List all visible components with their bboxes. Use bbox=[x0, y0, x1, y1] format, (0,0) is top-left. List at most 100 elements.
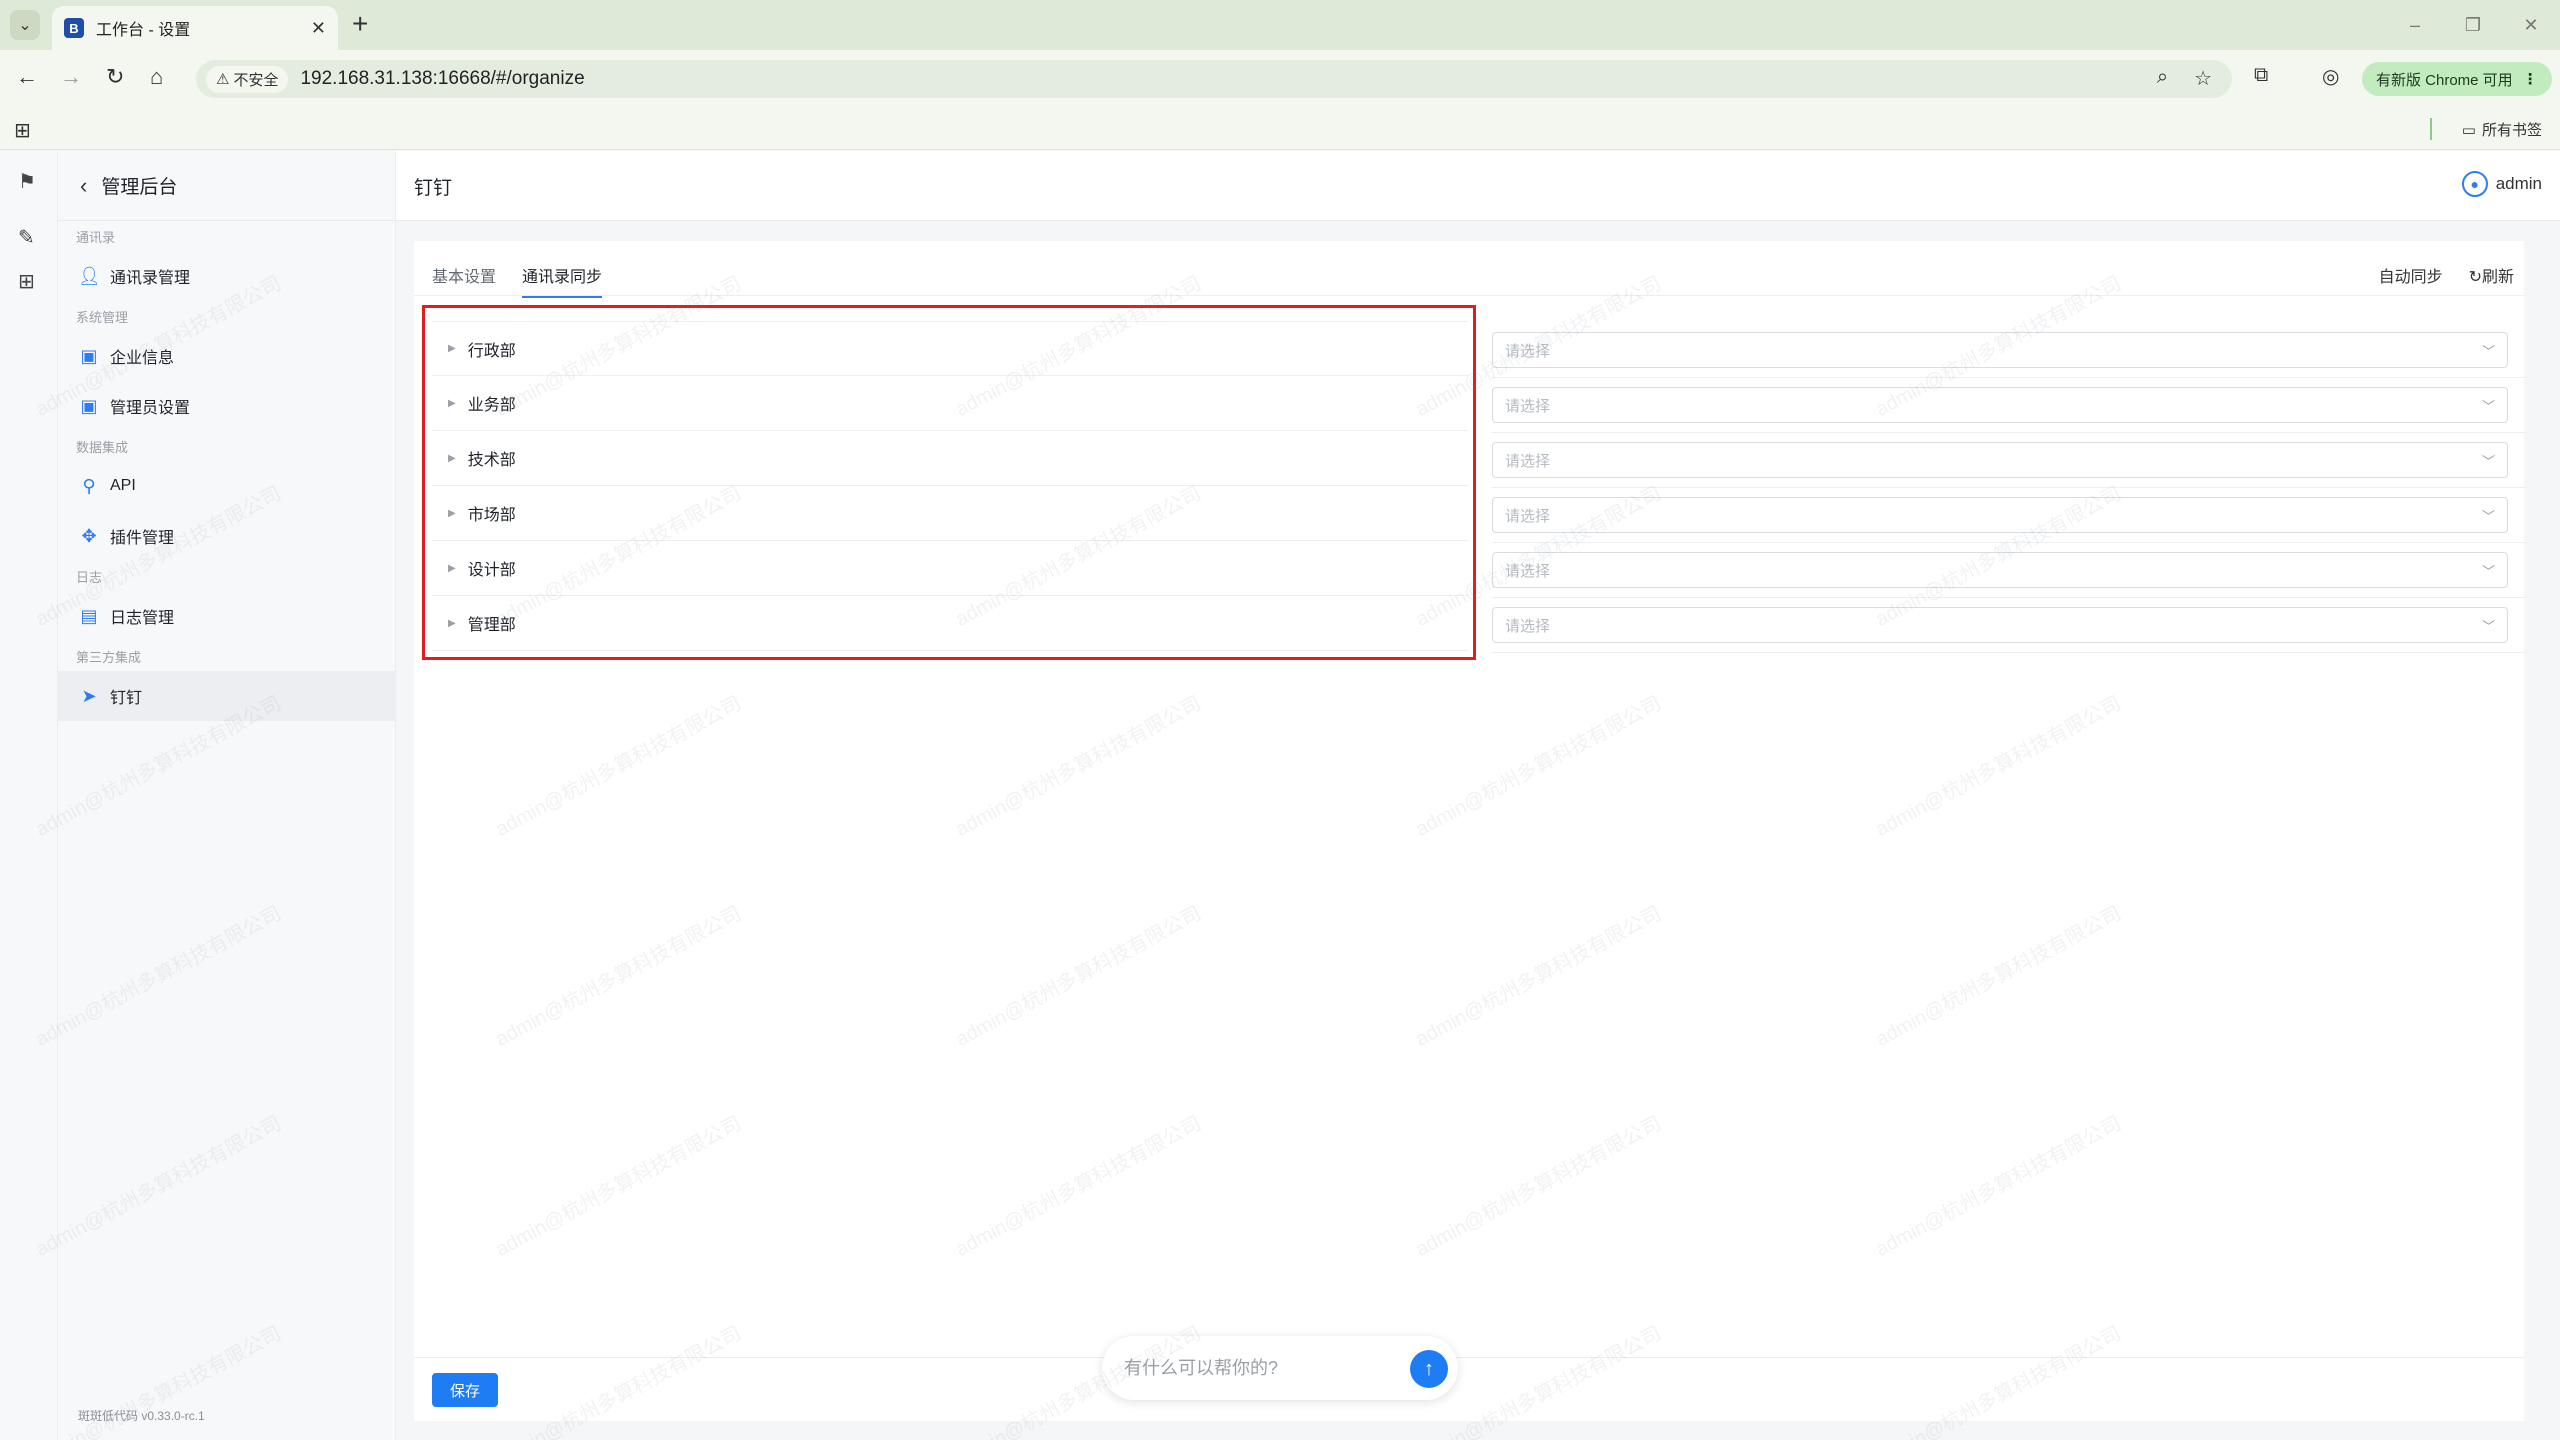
url-text[interactable]: 192.168.31.138:16668/#/organize bbox=[300, 68, 584, 90]
address-bar[interactable]: ⚠ 不安全 192.168.31.138:16668/#/organize ⌕ … bbox=[196, 60, 2232, 98]
tree-node[interactable]: ▶ 技术部 bbox=[432, 431, 1468, 486]
mapping-select[interactable]: 请选择 ﹀ bbox=[1492, 387, 2508, 423]
browser-tab[interactable]: B 工作台 - 设置 ✕ bbox=[52, 6, 338, 50]
extensions-puzzle-icon[interactable]: ⧉ bbox=[2254, 64, 2268, 87]
settings-card: 基本设置 通讯录同步 自动同步 ↻刷新 ▶ 行政部 ▶ 业务部 ▶ 技术部 ▶ 市场部 … bbox=[414, 241, 2526, 1421]
auto-sync-button[interactable]: 自动同步 bbox=[2379, 263, 2443, 287]
tree-node[interactable]: ▶ 市场部 bbox=[432, 486, 1468, 541]
select-row: 请选择 ﹀ bbox=[1492, 488, 2526, 543]
mapping-selects: 请选择 ﹀ 请选择 ﹀ 请选择 ﹀ 请选择 ﹀ 请选择 ﹀ 请选择 ﹀ bbox=[1492, 323, 2526, 653]
insecure-label: 不安全 bbox=[233, 71, 279, 89]
expand-caret-icon[interactable]: ▶ bbox=[448, 343, 456, 354]
restore-icon[interactable]: ❐ bbox=[2444, 15, 2502, 36]
group-label-logs: 日志 bbox=[76, 570, 103, 585]
mapping-select[interactable]: 请选择 ﹀ bbox=[1492, 607, 2508, 643]
apps-icon[interactable]: ⊞ bbox=[18, 269, 35, 294]
expand-caret-icon[interactable]: ▶ bbox=[448, 618, 456, 629]
site-favicon-icon: B bbox=[64, 18, 84, 38]
back-chevron-icon[interactable]: ‹ bbox=[80, 173, 87, 199]
sidebar-item-admin-settings[interactable]: ▣ 管理员设置 bbox=[58, 381, 395, 431]
app-logo-icon[interactable]: ⚑ bbox=[18, 169, 36, 194]
department-name: 业务部 bbox=[467, 397, 516, 414]
sidebar-item-api[interactable]: ⚲ API bbox=[58, 461, 395, 511]
tab-close-icon[interactable]: ✕ bbox=[311, 18, 326, 39]
sidebar-item-company-info[interactable]: ▣ 企业信息 bbox=[58, 331, 395, 381]
app-icon-rail: ⚑ ✎ ⊞ bbox=[0, 151, 58, 1440]
expand-caret-icon[interactable]: ▶ bbox=[448, 563, 456, 574]
group-label-third-party: 第三方集成 bbox=[76, 650, 142, 665]
send-arrow-up-icon[interactable]: ↑ bbox=[1410, 1350, 1448, 1388]
sidebar-item-dingtalk[interactable]: ➤ 钉钉 bbox=[58, 671, 395, 721]
select-placeholder: 请选择 bbox=[1505, 397, 1551, 415]
department-name: 管理部 bbox=[467, 617, 516, 634]
edit-icon[interactable]: ✎ bbox=[18, 225, 35, 250]
profile-icon[interactable]: ◎ bbox=[2322, 64, 2339, 89]
tree-node[interactable]: ▶ 设计部 bbox=[432, 541, 1468, 596]
sidebar-item-contacts-management[interactable]: 👤︎ 通讯录管理 bbox=[58, 251, 395, 301]
chevron-down-icon: ﹀ bbox=[2481, 618, 2495, 634]
close-window-icon[interactable]: ✕ bbox=[2502, 15, 2560, 36]
sidebar-item-log-management[interactable]: ▤ 日志管理 bbox=[58, 591, 395, 641]
document-icon: ▤ bbox=[80, 605, 98, 626]
group-label-data-integration: 数据集成 bbox=[76, 440, 129, 455]
group-label-contacts: 通讯录 bbox=[76, 230, 116, 245]
refresh-button[interactable]: ↻刷新 bbox=[2469, 263, 2514, 287]
user-name: admin bbox=[2495, 174, 2542, 193]
refresh-label: 刷新 bbox=[2481, 269, 2514, 286]
select-row: 请选择 ﹀ bbox=[1492, 543, 2526, 598]
tab-contacts-sync[interactable]: 通讯录同步 bbox=[522, 263, 603, 298]
link-icon: ⚲ bbox=[82, 475, 96, 496]
sidebar-item-label: 管理员设置 bbox=[110, 400, 191, 417]
mapping-select[interactable]: 请选择 ﹀ bbox=[1492, 552, 2508, 588]
mapping-select[interactable]: 请选择 ﹀ bbox=[1492, 497, 2508, 533]
zoom-icon[interactable]: ⌕ bbox=[2157, 66, 2168, 91]
assistant-input[interactable] bbox=[1124, 1357, 1394, 1379]
all-bookmarks-button[interactable]: ▭ 所有书签 bbox=[2462, 119, 2542, 140]
tab-basic-settings[interactable]: 基本设置 bbox=[432, 263, 496, 298]
tree-node[interactable]: ▶ 行政部 bbox=[432, 321, 1468, 376]
save-button[interactable]: 保存 bbox=[432, 1373, 498, 1407]
forward-arrow-icon[interactable]: → bbox=[60, 64, 82, 90]
tree-node[interactable]: ▶ 管理部 bbox=[432, 596, 1468, 651]
home-icon[interactable]: ⌂ bbox=[150, 64, 163, 90]
department-name: 技术部 bbox=[467, 452, 516, 469]
user-menu[interactable]: ● admin bbox=[2461, 171, 2542, 197]
bookmark-star-icon[interactable]: ☆ bbox=[2194, 66, 2212, 91]
expand-caret-icon[interactable]: ▶ bbox=[448, 398, 456, 409]
sidebar-item-label: API bbox=[110, 477, 136, 494]
expand-caret-icon[interactable]: ▶ bbox=[448, 508, 456, 519]
page-title: 钉钉 bbox=[414, 178, 453, 199]
admin-sidebar: ‹ 管理后台 通讯录 👤︎ 通讯录管理 系统管理 ▣ 企业信息 ▣ 管理员设置 … bbox=[58, 151, 396, 1440]
sidebar-item-plugin-management[interactable]: ✥ 插件管理 bbox=[58, 511, 395, 561]
select-placeholder: 请选择 bbox=[1505, 342, 1551, 360]
expand-caret-icon[interactable]: ▶ bbox=[448, 453, 456, 464]
folder-icon: ▭ bbox=[2461, 121, 2476, 139]
tab-search-chevron-icon[interactable]: ⌄ bbox=[10, 10, 40, 40]
all-bookmarks-label: 所有书签 bbox=[2481, 122, 2542, 139]
sidebar-header[interactable]: ‹ 管理后台 bbox=[58, 151, 395, 221]
chevron-down-icon: ﹀ bbox=[2481, 508, 2495, 524]
department-name: 行政部 bbox=[467, 342, 516, 360]
mapping-select[interactable]: 请选择 ﹀ bbox=[1492, 332, 2508, 368]
warning-triangle-icon: ⚠ bbox=[216, 71, 230, 88]
chrome-update-button[interactable]: 有新版 Chrome 可用 ⋮ bbox=[2362, 62, 2552, 96]
refresh-icon: ↻ bbox=[2468, 269, 2482, 286]
back-arrow-icon[interactable]: ← bbox=[16, 64, 38, 90]
tabs-divider bbox=[414, 295, 2524, 296]
user-icon: 👤︎ bbox=[78, 265, 101, 286]
puzzle-icon: ✥ bbox=[81, 525, 97, 546]
security-indicator[interactable]: ⚠ 不安全 bbox=[206, 65, 289, 93]
sidebar-item-label: 插件管理 bbox=[110, 530, 175, 547]
tree-node[interactable]: ▶ 业务部 bbox=[432, 376, 1468, 431]
id-card-icon: ▣ bbox=[80, 345, 98, 366]
select-placeholder: 请选择 bbox=[1505, 562, 1551, 580]
card-actions: 自动同步 ↻刷新 bbox=[2379, 263, 2514, 287]
new-tab-plus-icon[interactable]: + bbox=[352, 8, 368, 40]
apps-grid-icon[interactable]: ⊞ bbox=[14, 118, 31, 143]
reload-icon[interactable]: ↻ bbox=[106, 64, 124, 90]
sidebar-title: 管理后台 bbox=[101, 177, 178, 198]
more-menu-icon[interactable]: ⋮ bbox=[2523, 70, 2538, 88]
footer-divider bbox=[414, 1357, 2524, 1358]
mapping-select[interactable]: 请选择 ﹀ bbox=[1492, 442, 2508, 478]
minimize-icon[interactable]: – bbox=[2386, 15, 2444, 36]
